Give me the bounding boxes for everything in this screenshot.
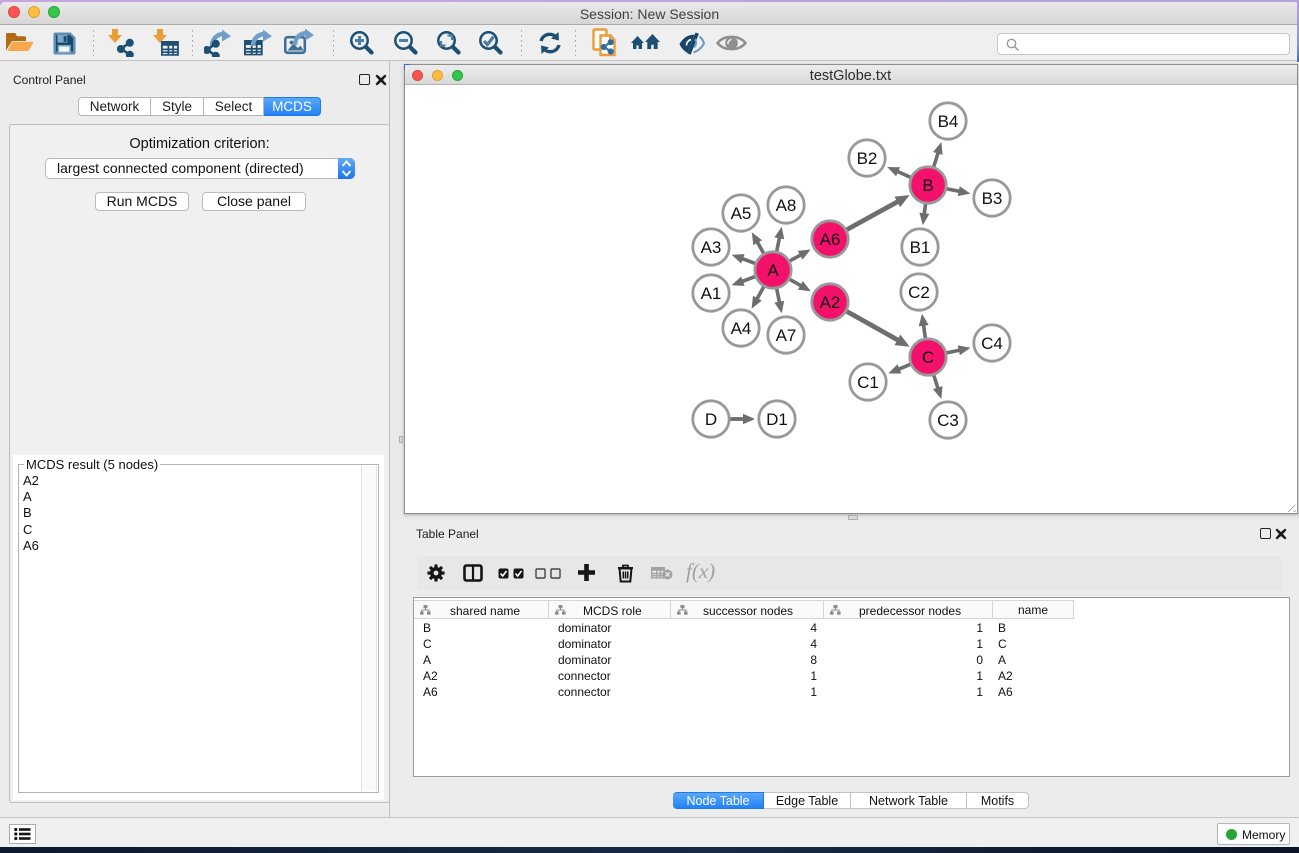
svg-text:A4: A4 xyxy=(730,319,751,338)
svg-text:A: A xyxy=(767,261,779,280)
svg-text:A8: A8 xyxy=(775,196,796,215)
svg-text:A5: A5 xyxy=(730,204,751,223)
svg-text:A6: A6 xyxy=(819,230,840,249)
svg-text:B1: B1 xyxy=(909,238,930,257)
svg-text:C3: C3 xyxy=(937,411,959,430)
svg-text:A3: A3 xyxy=(700,238,721,257)
svg-text:A7: A7 xyxy=(775,326,796,345)
svg-text:A2: A2 xyxy=(819,293,840,312)
svg-text:C2: C2 xyxy=(908,283,930,302)
svg-text:B4: B4 xyxy=(937,112,958,131)
svg-text:B: B xyxy=(922,176,933,195)
svg-text:D1: D1 xyxy=(766,410,788,429)
svg-text:A1: A1 xyxy=(700,284,721,303)
svg-text:B3: B3 xyxy=(981,189,1002,208)
svg-text:C1: C1 xyxy=(857,373,879,392)
svg-text:B2: B2 xyxy=(856,149,877,168)
svg-text:C4: C4 xyxy=(981,334,1003,353)
svg-text:D: D xyxy=(704,410,716,429)
svg-text:C: C xyxy=(921,348,933,367)
